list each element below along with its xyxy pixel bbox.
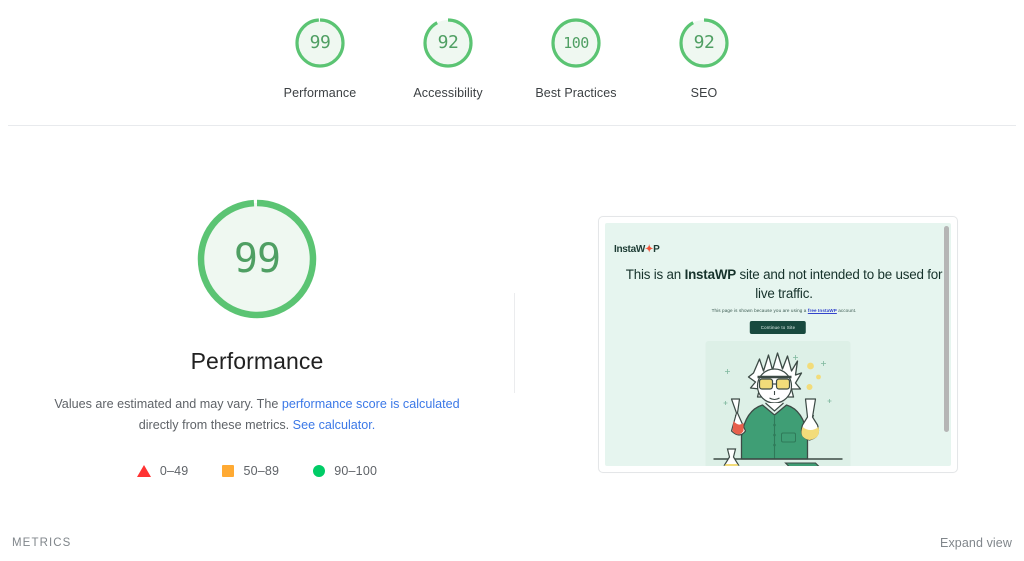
legend-item-average: 50–89 [222,464,279,478]
legend-item-fail: 0–49 [136,464,189,478]
square-icon [222,465,235,477]
screenshot-heading: This is an InstaWP site and not intended… [619,265,949,303]
score-label: Performance [283,86,357,100]
screenshot-subtext: This page is shown because you are using… [619,308,949,313]
score-legend: 0–49 50–89 90–100 [136,464,377,478]
gauge-score-value: 92 [437,32,459,53]
heading-text-1: This is an [625,267,685,282]
gauge-best-practices: 100 [547,14,605,72]
score-label: Accessibility [413,86,483,100]
subtext-part-2: account. [836,308,857,313]
legend-range: 90–100 [334,464,378,478]
performance-score-value: 99 [233,236,281,282]
page-screenshot-card[interactable]: InstaW✦P This is an InstaWP site and not… [598,216,958,473]
circle-icon [313,465,326,477]
bottom-bar: METRICS Expand view [0,524,1024,561]
metrics-section-label: METRICS [12,536,72,549]
legend-item-pass: 90–100 [313,464,377,478]
main-area: 99 Performance Values are estimated and … [0,126,1024,524]
gauge-seo: 92 [675,14,733,72]
continue-to-site-button[interactable]: Continue to Site [749,321,807,334]
score-item-accessibility[interactable]: 92 Accessibility [384,14,512,100]
performance-description: Values are estimated and may vary. The p… [42,394,472,436]
see-calculator-link[interactable]: See calculator. [293,418,376,432]
logo-text-suffix: P [653,244,660,255]
scientist-with-flasks-illustration [705,341,851,466]
subtext-part-1: This page is shown because you are using… [711,308,808,313]
gauge-performance: 99 [291,14,349,72]
logo-text-prefix: InstaW [614,244,645,255]
score-item-seo[interactable]: 92 SEO [640,14,768,100]
screenshot-panel: InstaW✦P This is an InstaWP site and not… [514,126,1024,524]
gauge-score-value: 99 [309,32,331,53]
heading-text-2: site and not intended to be used for liv… [736,267,943,301]
gauge-accessibility: 92 [419,14,477,72]
screenshot-scrollbar [944,226,949,432]
performance-score-calculated-link[interactable]: performance score is calculated [282,397,460,411]
score-label: Best Practices [535,86,617,100]
logo-accent-icon: ✦ [644,244,654,255]
legend-range: 50–89 [243,464,280,478]
page-screenshot-image: InstaW✦P This is an InstaWP site and not… [605,223,951,466]
gauge-score-value: 100 [563,33,589,52]
expand-view-button[interactable]: Expand view [940,536,1012,550]
heading-brand: InstaWP [684,267,737,282]
score-item-best-practices[interactable]: 100 Best Practices [512,14,640,100]
gauge-score-value: 92 [693,32,715,53]
description-text-1: Values are estimated and may vary. The [54,397,282,411]
description-text-2: directly from these metrics. [138,418,293,432]
performance-large-gauge: 99 [193,195,321,323]
score-label: SEO [690,86,718,100]
score-strip: 99 Performance 92 Accessibility 100 Best… [0,0,1024,125]
score-item-performance[interactable]: 99 Performance [256,14,384,100]
scientist-illustration-svg [713,352,843,466]
instawp-logo: InstaW✦P [614,244,660,255]
page-title: Performance [190,348,324,374]
legend-range: 0–49 [159,464,189,478]
free-instawp-link[interactable]: free InstaWP [808,308,837,313]
performance-detail-panel: 99 Performance Values are estimated and … [0,126,514,524]
triangle-icon [136,465,151,477]
